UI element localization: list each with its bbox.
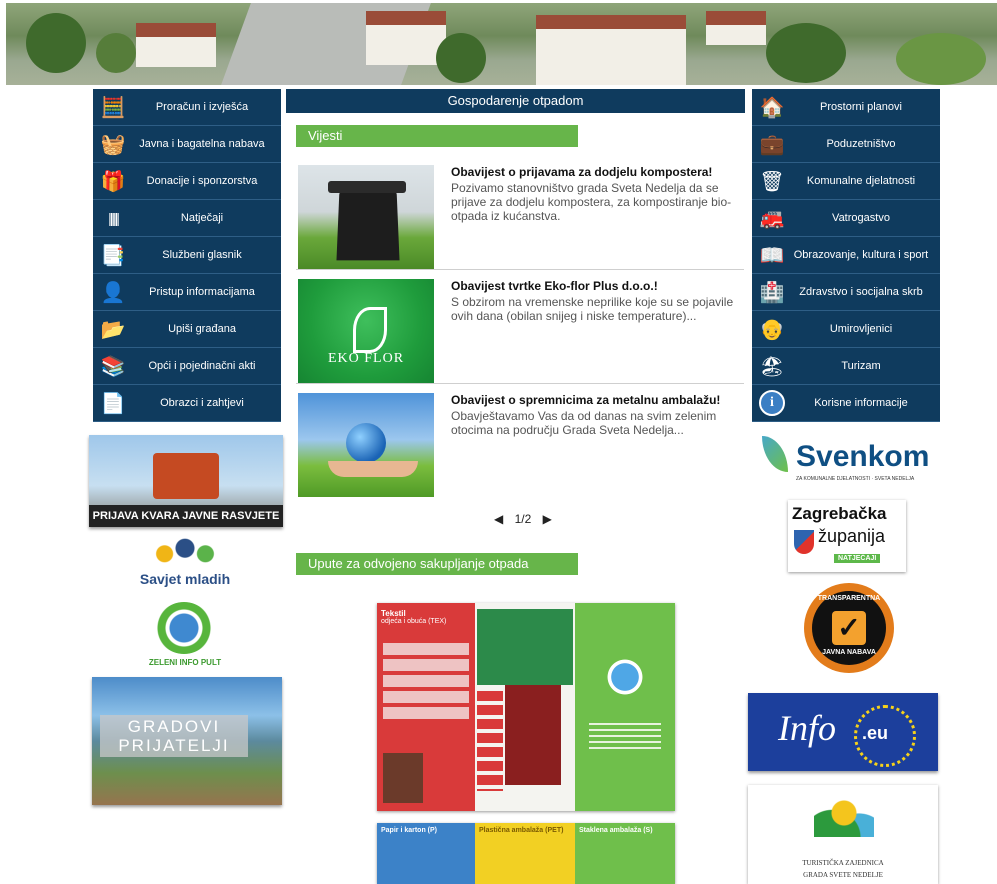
beach-icon: 🏖 (759, 355, 785, 378)
calculator-icon: 🧮 (100, 96, 126, 119)
news-item[interactable]: Obavijest o prijavama za dodjelu kompost… (296, 161, 744, 270)
street-lighting-label: PRIJAVA KVARA JAVNE RASVJETE (89, 505, 283, 527)
waste-sorting-leaflet[interactable]: Tekstil odjeća i obuća (TEX) (377, 603, 675, 811)
gift-icon: 🎁 (100, 170, 126, 193)
leaflet-plastic-title: Plastična ambalaža (PET) (479, 827, 564, 834)
news-tab: Vijesti (296, 125, 578, 147)
tourism-board-label-1: TURISTIČKA ZAJEDNICA (802, 859, 884, 867)
next-arrow-icon[interactable]: ▶ (543, 512, 552, 526)
transparent-procurement-bottom: JAVNA NABAVA (822, 649, 876, 656)
svenkom-leaf-icon (762, 436, 788, 472)
left-menu-item[interactable]: 🧮 Proračun i izvješća (93, 89, 281, 126)
sun-hills-logo-icon (814, 797, 874, 837)
left-menu: 🧮 Proračun i izvješća 🧺 Javna i bagatelna … (93, 89, 281, 422)
leaflet-paper-title: Papir i karton (P) (381, 827, 438, 834)
barcode-icon: |||||| (108, 210, 120, 226)
news-excerpt: S obzirom na vremenske neprilike koje su… (451, 295, 734, 323)
news-pager: ◀ 1/2 ▶ (490, 512, 556, 526)
composter-image (298, 165, 434, 269)
book-icon: 📖 (759, 244, 785, 267)
news-item[interactable]: EKO FLOR Obavijest tvrtke Eko-flor Plus … (296, 275, 744, 384)
zagreb-county-tenders-label: NATJEČAJI (834, 554, 881, 563)
person-info-icon: 👤 (100, 281, 126, 304)
news-excerpt: Obavještavamo Vas da od danas na svim ze… (451, 409, 717, 437)
youth-council-banner[interactable]: Savjet mladih (135, 537, 235, 593)
hospital-icon: 🏥 (759, 281, 785, 304)
globe-in-hand-image (298, 393, 434, 497)
eko-flor-logo-text: EKO FLOR (327, 351, 405, 366)
right-menu-item[interactable]: 🗑 Komunalne djelatnosti (752, 163, 940, 200)
right-menu-item[interactable]: 💼 Poduzetništvo (752, 126, 940, 163)
friendly-cities-label: GRADOVI PRIJATELJI (100, 715, 248, 757)
left-menu-item[interactable]: 👤 Pristup informacijama (93, 274, 281, 311)
documents-icon: 📑 (100, 244, 126, 267)
shopping-basket-icon: 🧺 (100, 133, 126, 156)
news-title[interactable]: Obavijest tvrtke Eko-flor Plus d.o.o.! (451, 279, 741, 293)
house-plan-icon: 🏠 (759, 96, 785, 119)
leaflet-textile-title: Tekstil (381, 609, 406, 618)
zagreb-county-label-2: županija (818, 526, 886, 546)
zagreb-county-banner[interactable]: Zagrebačka županija NATJEČAJI (788, 500, 906, 572)
info-eu-label: Info (778, 708, 836, 748)
friendly-cities-banner[interactable]: GRADOVI PRIJATELJI (92, 677, 282, 805)
right-menu: 🏠 Prostorni planovi 💼 Poduzetništvo 🗑 Komun… (752, 89, 940, 422)
left-menu-item[interactable]: 📄 Obrazci i zahtjevi (93, 385, 281, 422)
left-menu-item[interactable]: 📑 Službeni glasnik (93, 237, 281, 274)
news-title[interactable]: Obavijest o prijavama za dodjelu kompost… (451, 165, 741, 179)
green-info-desk-banner[interactable]: ZELENI INFO PULT (140, 600, 230, 672)
checkmark-icon: ✓ (832, 611, 866, 645)
svenkom-banner[interactable]: Svenkom ZA KOMUNALNE DJELATNOSTI · SVETA… (760, 432, 929, 484)
youth-council-label: Savjet mladih (139, 571, 231, 587)
right-menu-item[interactable]: i Korisne informacije (752, 385, 940, 422)
left-menu-item[interactable]: 🎁 Donacije i sponzorstva (93, 163, 281, 200)
street-lighting-banner[interactable]: PRIJAVA KVARA JAVNE RASVJETE (89, 435, 283, 527)
info-icon: i (756, 389, 788, 417)
leaflet-glass-title: Staklena ambalaža (S) (579, 827, 653, 834)
right-menu-item[interactable]: 🏥 Zdravstvo i socijalna skrb (752, 274, 940, 311)
svenkom-subtitle: ZA KOMUNALNE DJELATNOSTI · SVETA NEDELJA (796, 476, 915, 482)
info-eu-banner[interactable]: Info .eu (748, 693, 938, 771)
right-menu-item[interactable]: 📖 Obrazovanje, kultura i sport (752, 237, 940, 274)
forms-icon: 📄 (100, 392, 126, 415)
transparent-procurement-badge[interactable]: ✓ TRANSPARENTNA JAVNA NABAVA (804, 583, 894, 673)
zagreb-county-label-1: Zagrebačka (792, 504, 887, 523)
news-item[interactable]: Obavijest o spremnicima za metalnu ambal… (296, 389, 744, 497)
prev-arrow-icon[interactable]: ◀ (494, 512, 503, 526)
waste-sorting-leaflet-part-2[interactable]: Papir i karton (P) Plastična ambalaža (P… (377, 823, 675, 884)
news-title[interactable]: Obavijest o spremnicima za metalnu ambal… (451, 393, 741, 407)
eko-flor-logo: EKO FLOR (298, 279, 434, 383)
transparent-procurement-top: TRANSPARENTNA (817, 595, 881, 602)
news-excerpt: Pozivamo stanovništvo grada Sveta Nedelj… (451, 181, 732, 223)
left-menu-item[interactable]: 📚 Opći i pojedinačni akti (93, 348, 281, 385)
binders-icon: 📚 (100, 355, 126, 378)
guide-tab: Upute za odvojeno sakupljanje otpada (296, 553, 578, 575)
right-menu-item[interactable]: 🚒 Vatrogastvo (752, 200, 940, 237)
folder-search-icon: 📂 (100, 318, 126, 341)
fire-truck-icon: 🚒 (759, 207, 785, 230)
leaflet-textile-subtitle: odjeća i obuća (TEX) (381, 618, 447, 625)
tourism-board-label-2: GRADA SVETE NEDELJE (803, 871, 883, 879)
left-menu-item[interactable]: 📂 Upiši građana (93, 311, 281, 348)
page-indicator: 1/2 (514, 512, 532, 526)
trash-bin-icon: 🗑 (759, 170, 785, 193)
tourism-board-banner[interactable]: TURISTIČKA ZAJEDNICA GRADA SVETE NEDELJE (748, 785, 938, 884)
right-menu-item[interactable]: 👴 Umirovljenici (752, 311, 940, 348)
svenkom-label: Svenkom (796, 440, 930, 473)
zagreb-county-crest-icon (794, 530, 814, 554)
recycle-globe-icon (156, 602, 212, 654)
right-menu-item[interactable]: 🏖 Turizam (752, 348, 940, 385)
eu-domain-label: .eu (862, 723, 889, 743)
green-info-desk-label: ZELENI INFO PULT (148, 658, 222, 667)
briefcase-icon: 💼 (759, 133, 785, 156)
left-menu-item[interactable]: 🧺 Javna i bagatelna nabava (93, 126, 281, 163)
section-title: Gospodarenje otpadom (286, 89, 745, 113)
header-town-photo (6, 3, 997, 85)
right-menu-item[interactable]: 🏠 Prostorni planovi (752, 89, 940, 126)
left-menu-item[interactable]: |||||| Natječaji (93, 200, 281, 237)
elderly-person-icon: 👴 (759, 318, 785, 341)
